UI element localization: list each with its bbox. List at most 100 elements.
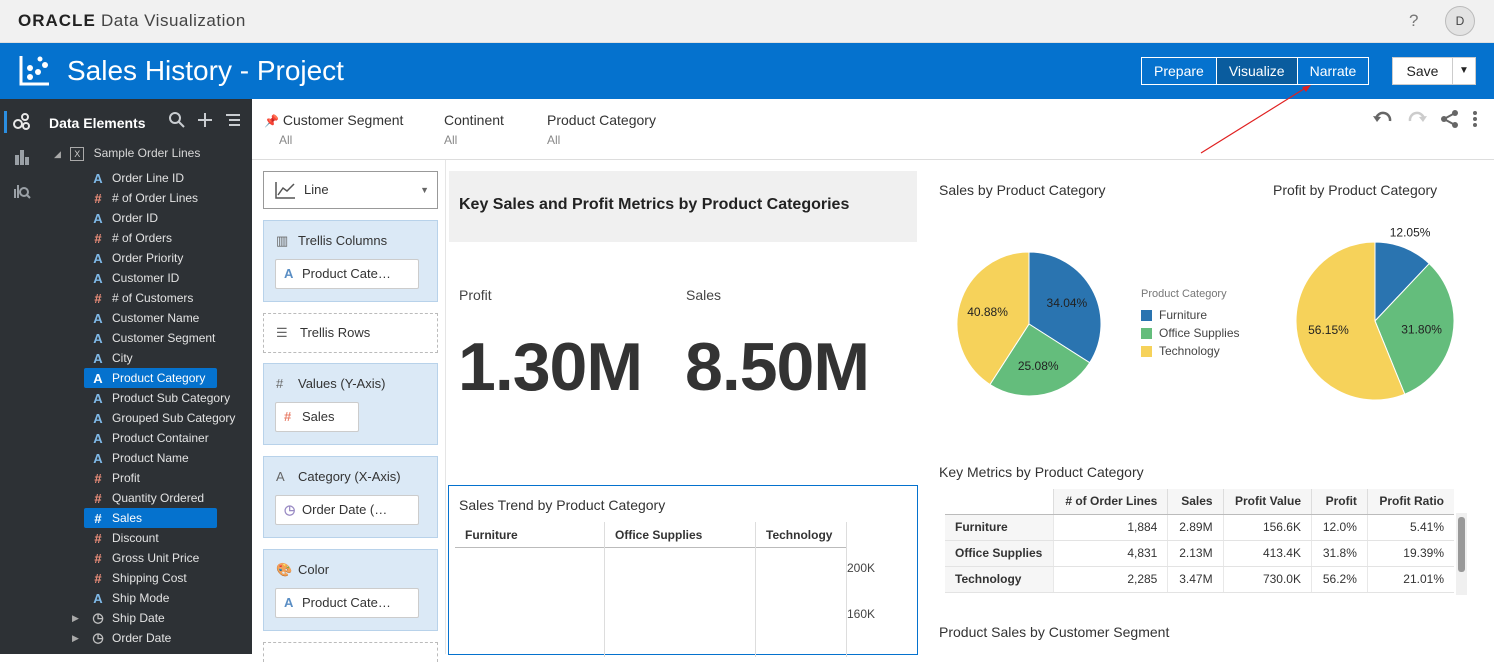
expand-icon[interactable]: ▶: [72, 613, 79, 624]
legend-item[interactable]: Technology: [1141, 342, 1240, 360]
key-metrics-table[interactable]: # of Order Lines Sales Profit Value Profit P…: [945, 489, 1454, 593]
table-row[interactable]: Furniture 1,884 2.89M 156.6K 12.0% 5.41%: [945, 514, 1454, 541]
data-element-item[interactable]: # # of Order Lines: [84, 188, 244, 208]
analytics-icon[interactable]: [12, 180, 32, 200]
date-icon: ◷: [284, 502, 296, 517]
sales-pill[interactable]: # Sales: [275, 402, 359, 432]
data-element-item[interactable]: A Order Priority: [84, 248, 244, 268]
data-element-item[interactable]: A Ship Mode: [84, 588, 244, 608]
measure-icon: #: [94, 190, 102, 206]
drop-label: Color: [298, 562, 330, 577]
data-panel: Data Elements ◢ X Sample Order Lines A Or…: [0, 99, 252, 654]
trellis-columns-drop[interactable]: ▥ Trellis Columns A Product Cate…: [263, 220, 438, 302]
filter-product-category[interactable]: Product Category All: [547, 112, 656, 147]
data-element-item[interactable]: A Order Line ID: [84, 168, 244, 188]
product-category-pill[interactable]: A Product Cate…: [275, 588, 419, 618]
table-row[interactable]: Technology 2,285 3.47M 730.0K 56.2% 21.01%: [945, 566, 1454, 593]
sales-trend-chart[interactable]: Sales Trend by Product Category Furnitur…: [448, 485, 918, 657]
product-category-pill[interactable]: A Product Cate…: [275, 259, 419, 289]
data-element-item[interactable]: A Order ID: [84, 208, 244, 228]
pie-data-label: 34.04%: [1047, 296, 1088, 310]
chevron-down-icon: ▼: [1459, 65, 1469, 76]
data-element-item[interactable]: # Profit: [84, 468, 244, 488]
scrollbar-thumb[interactable]: [1458, 517, 1465, 572]
data-element-label: Order ID: [112, 211, 159, 225]
data-element-item[interactable]: # Gross Unit Price: [84, 548, 244, 568]
color-drop[interactable]: 🎨 Color A Product Cate…: [263, 549, 438, 631]
column-header[interactable]: Profit Ratio: [1366, 489, 1454, 515]
column-header[interactable]: [945, 489, 1053, 515]
data-element-item[interactable]: # Discount: [84, 528, 244, 548]
redo-icon[interactable]: [1406, 109, 1428, 129]
data-element-item[interactable]: # Quantity Ordered: [84, 488, 244, 508]
category-x-drop[interactable]: A Category (X-Axis) ◷ Order Date (…: [263, 456, 438, 538]
profit-pie-title: Profit by Product Category: [1273, 182, 1438, 198]
visualize-tab[interactable]: Visualize: [1216, 58, 1298, 84]
column-header[interactable]: # of Order Lines: [1052, 489, 1168, 515]
date-icon: ◷: [92, 630, 104, 645]
column-header[interactable]: Profit: [1311, 489, 1368, 515]
data-element-item[interactable]: ▶ ◷ Order Date: [72, 628, 244, 648]
data-element-item[interactable]: A Customer Segment: [84, 328, 244, 348]
brand: ORACLE Data Visualization: [18, 11, 246, 31]
table-row[interactable]: Office Supplies 4,831 2.13M 413.4K 31.8% 19.3…: [945, 540, 1454, 567]
data-element-item[interactable]: # # of Orders: [84, 228, 244, 248]
save-menu-button[interactable]: ▼: [1453, 58, 1475, 84]
data-element-item[interactable]: # Shipping Cost: [84, 568, 244, 588]
filter-customer-segment[interactable]: 📌 Customer Segment All: [264, 112, 403, 147]
data-element-label: Ship Date: [112, 611, 165, 625]
avatar[interactable]: D: [1445, 6, 1475, 36]
data-element-label: City: [112, 351, 133, 365]
next-drop[interactable]: [263, 642, 438, 662]
project-header: Sales History - Project Prepare Visualiz…: [0, 43, 1494, 99]
help-button[interactable]: ?: [1409, 11, 1418, 31]
data-element-list: A Order Line ID # # of Order Lines A Order ID…: [72, 168, 244, 648]
data-element-item[interactable]: # # of Customers: [84, 288, 244, 308]
viz-type-select[interactable]: Line ▼: [263, 171, 438, 209]
table-cell: 3.47M: [1167, 566, 1224, 593]
data-element-item[interactable]: A Grouped Sub Category: [84, 408, 244, 428]
profit-pie-chart[interactable]: 12.05% 31.80% 56.15%: [1280, 226, 1480, 416]
data-element-item[interactable]: # Sales: [84, 508, 217, 528]
data-elements-icon[interactable]: [12, 112, 32, 132]
narrate-tab[interactable]: Narrate: [1298, 58, 1369, 84]
canvas-title: Key Sales and Profit Metrics by Product …: [449, 171, 917, 242]
share-icon[interactable]: [1440, 109, 1460, 129]
column-header[interactable]: Sales: [1167, 489, 1224, 515]
sales-pie-chart[interactable]: 34.04% 25.08% 40.88%: [950, 245, 1110, 405]
visualizations-icon[interactable]: [12, 147, 32, 167]
more-options-icon[interactable]: [1472, 109, 1478, 129]
data-element-item[interactable]: A Customer Name: [84, 308, 244, 328]
prepare-tab[interactable]: Prepare: [1142, 58, 1217, 84]
measure-icon: #: [94, 570, 102, 586]
data-element-item[interactable]: A City: [84, 348, 244, 368]
column-header[interactable]: Profit Value: [1222, 489, 1312, 515]
filter-continent[interactable]: Continent All: [444, 112, 504, 147]
data-element-item[interactable]: A Product Category: [84, 368, 217, 388]
data-element-item[interactable]: A Product Container: [84, 428, 244, 448]
order-date-pill[interactable]: ◷ Order Date (…: [275, 495, 419, 525]
attribute-icon: A: [93, 370, 103, 386]
search-icon[interactable]: [168, 111, 186, 129]
expand-icon[interactable]: ▶: [72, 633, 79, 644]
data-element-item[interactable]: ▶ ◷ Ship Date: [72, 608, 244, 628]
trellis-header: Office Supplies: [615, 528, 703, 542]
attribute-icon: A: [93, 350, 103, 366]
trellis-rows-drop[interactable]: ☰ Trellis Rows: [263, 313, 438, 353]
save-button[interactable]: Save: [1393, 58, 1453, 84]
data-element-item[interactable]: A Product Sub Category: [84, 388, 244, 408]
tree-root[interactable]: ◢ X Sample Order Lines: [54, 146, 200, 161]
undo-icon[interactable]: [1372, 109, 1394, 129]
values-y-drop[interactable]: # Values (Y-Axis) # Sales: [263, 363, 438, 445]
table-cell: 5.41%: [1366, 514, 1454, 541]
data-element-item[interactable]: A Product Name: [84, 448, 244, 468]
legend-item[interactable]: Office Supplies: [1141, 324, 1240, 342]
category-icon: A: [276, 469, 285, 484]
pin-icon[interactable]: 📌: [264, 114, 279, 128]
menu-icon[interactable]: [224, 111, 242, 129]
data-element-item[interactable]: A Customer ID: [84, 268, 244, 288]
add-icon[interactable]: [196, 111, 214, 129]
table-scrollbar[interactable]: [1456, 513, 1467, 595]
column-divider: [755, 522, 756, 657]
legend-item[interactable]: Furniture: [1141, 306, 1240, 324]
